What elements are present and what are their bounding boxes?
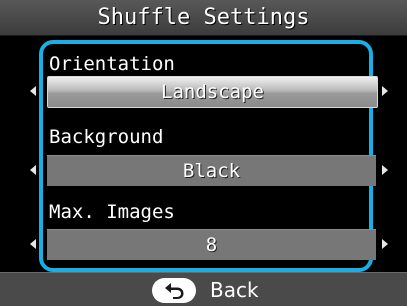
max-images-left-arrow-icon[interactable]: [30, 239, 36, 249]
background-selector[interactable]: Black: [47, 155, 376, 186]
page-title: Shuffle Settings: [97, 5, 310, 30]
back-button-label[interactable]: Back: [210, 278, 259, 302]
orientation-value: Landscape: [161, 81, 264, 103]
orientation-left-arrow-icon[interactable]: [30, 86, 36, 96]
orientation-selector[interactable]: Landscape: [47, 76, 378, 108]
orientation-label: Orientation: [49, 53, 175, 75]
title-bar: Shuffle Settings: [0, 0, 407, 36]
orientation-right-arrow-icon[interactable]: [382, 86, 388, 96]
background-left-arrow-icon[interactable]: [30, 165, 36, 175]
background-label: Background: [49, 126, 164, 148]
return-arrow-icon[interactable]: [152, 278, 196, 303]
max-images-selector[interactable]: 8: [47, 229, 376, 260]
max-images-label: Max. Images: [49, 201, 175, 223]
max-images-value: 8: [205, 234, 218, 256]
shuffle-settings-screen: Shuffle Settings Orientation Background …: [0, 0, 407, 306]
footer-bar: Back: [0, 272, 407, 306]
background-right-arrow-icon[interactable]: [382, 165, 388, 175]
background-value: Black: [182, 160, 241, 182]
max-images-right-arrow-icon[interactable]: [382, 239, 388, 249]
